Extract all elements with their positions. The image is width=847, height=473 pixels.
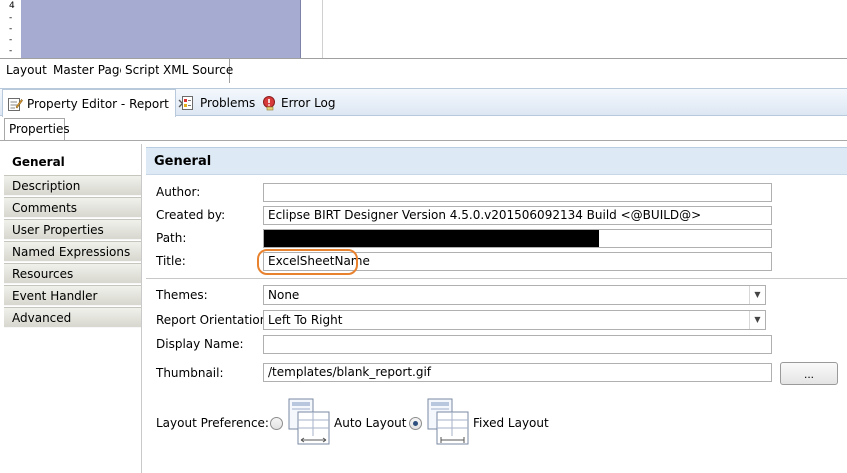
category-resources[interactable]: Resources — [4, 263, 141, 284]
tab-error-log[interactable]: Error Log — [261, 89, 336, 116]
tab-label: Error Log — [281, 95, 336, 110]
display-name-field[interactable] — [263, 335, 772, 354]
browse-button[interactable]: ... — [780, 362, 838, 385]
fixed-layout-radio[interactable] — [409, 417, 422, 430]
fixed-layout-label: Fixed Layout — [473, 416, 549, 430]
property-editor-icon — [7, 96, 23, 112]
category-named-expressions[interactable]: Named Expressions — [4, 241, 141, 262]
category-advanced[interactable]: Advanced — [4, 307, 141, 328]
ruler-mark: - — [9, 46, 13, 56]
layout-preference-label: Layout Preference: — [156, 416, 269, 430]
thumbnail-label: Thumbnail: — [156, 366, 224, 380]
tab-master-page[interactable]: Master Page — [49, 59, 127, 83]
orientation-value: Left To Right — [268, 313, 343, 327]
tab-property-editor[interactable]: Property Editor - Report — [2, 89, 187, 117]
auto-layout-radio[interactable] — [270, 417, 283, 430]
divider — [322, 0, 323, 58]
category-list: General Description Comments User Proper… — [4, 144, 142, 473]
orientation-label: Report Orientation: — [156, 313, 272, 327]
ruler-mark: - — [9, 35, 13, 45]
ruler-mark: 4 — [9, 1, 15, 11]
category-general[interactable]: General — [4, 152, 141, 173]
tab-label: Problems — [200, 95, 256, 110]
tab-script[interactable]: Script — [121, 59, 160, 83]
divider — [146, 278, 847, 279]
themes-label: Themes: — [156, 288, 208, 302]
divider — [0, 140, 847, 141]
title-label: Title: — [156, 254, 186, 268]
tab-properties[interactable]: Properties — [4, 118, 70, 141]
title-highlight-outline — [257, 249, 358, 275]
redacted-path — [264, 230, 599, 247]
path-label: Path: — [156, 231, 187, 245]
orientation-select[interactable]: Left To Right ▼ — [263, 310, 766, 330]
ruler-mark: - — [9, 13, 13, 23]
auto-layout-label: Auto Layout — [334, 416, 407, 430]
display-name-label: Display Name: — [156, 337, 244, 351]
category-event-handler[interactable]: Event Handler — [4, 285, 141, 306]
problems-icon — [180, 95, 196, 111]
vertical-ruler: 4 - - - - — [0, 0, 21, 58]
report-page-canvas[interactable] — [21, 0, 301, 58]
tab-label: Property Editor - Report — [27, 96, 169, 111]
chevron-down-icon[interactable]: ▼ — [749, 286, 765, 304]
themes-select[interactable]: None ▼ — [263, 285, 766, 305]
editor-tab-bar: Layout Master Page Script XML Source — [0, 58, 847, 83]
error-log-icon — [261, 95, 277, 111]
tab-problems[interactable]: Problems — [180, 89, 255, 116]
category-comments[interactable]: Comments — [4, 197, 141, 218]
category-user-properties[interactable]: User Properties — [4, 219, 141, 240]
thumbnail-field[interactable]: /templates/blank_report.gif — [263, 363, 772, 382]
path-field[interactable] — [263, 229, 772, 248]
author-field[interactable] — [263, 183, 772, 202]
created-by-label: Created by: — [156, 208, 226, 222]
tab-xml-source[interactable]: XML Source — [159, 59, 233, 83]
ruler-mark: - — [9, 24, 13, 34]
view-tab-bar: Property Editor - Report Problems Error … — [0, 88, 847, 117]
auto-layout-icon — [288, 398, 330, 446]
themes-value: None — [268, 288, 300, 302]
tab-layout[interactable]: Layout — [2, 59, 50, 83]
fixed-layout-icon — [427, 398, 469, 446]
chevron-down-icon[interactable]: ▼ — [749, 311, 765, 329]
author-label: Author: — [156, 185, 201, 199]
section-header: General — [146, 147, 847, 175]
created-by-field[interactable]: Eclipse BIRT Designer Version 4.5.0.v201… — [263, 206, 772, 225]
category-description[interactable]: Description — [4, 175, 141, 196]
